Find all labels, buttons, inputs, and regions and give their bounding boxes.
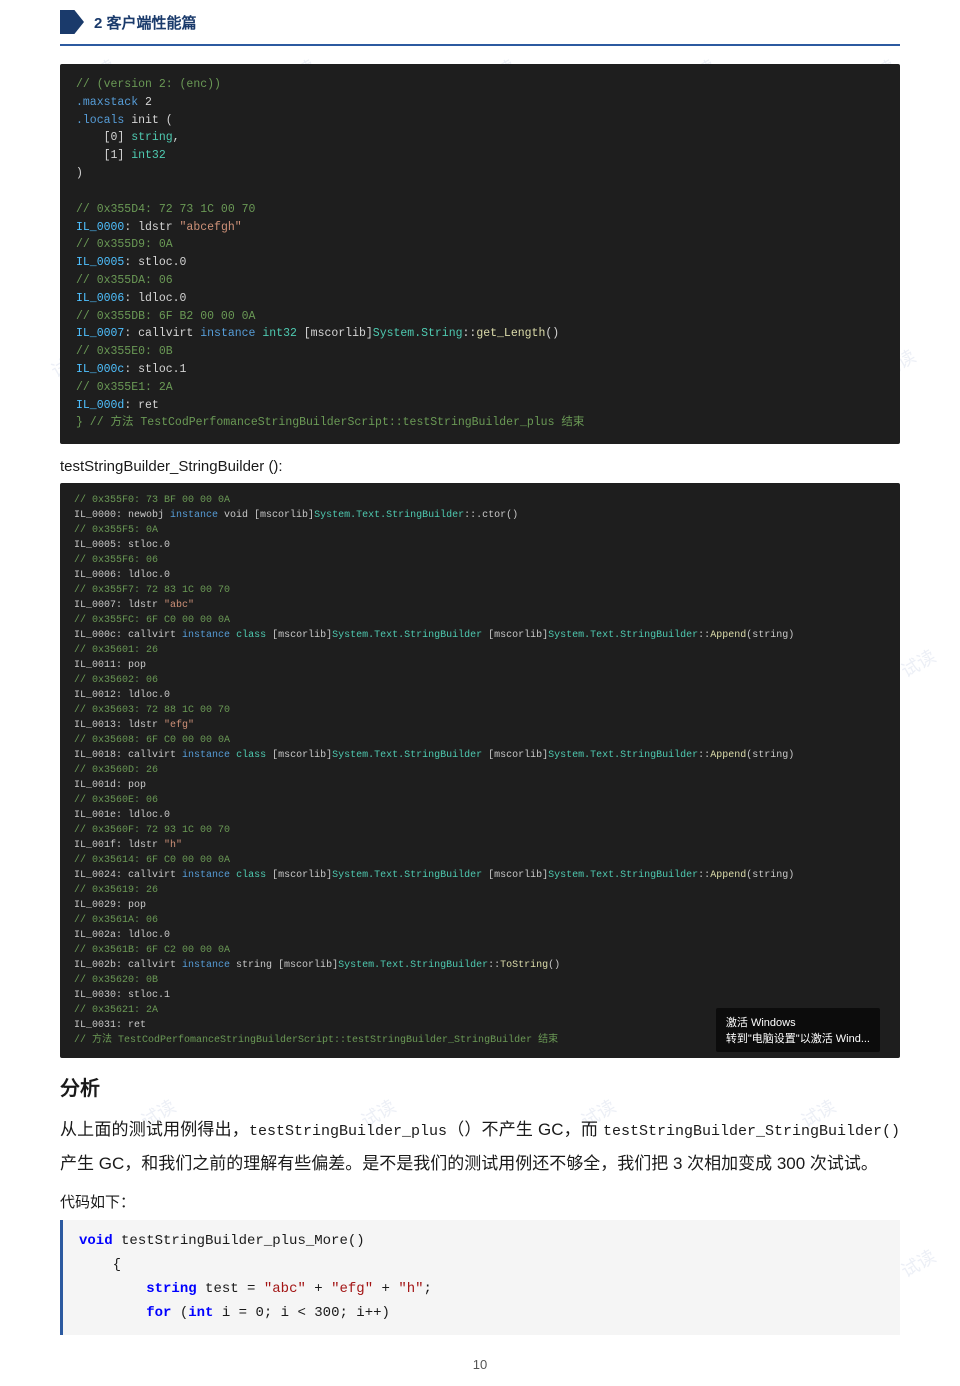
chapter-title: 2 客户端性能篇 — [94, 12, 197, 33]
function-title-2: testStringBuilder_StringBuilder (): — [60, 458, 900, 475]
win-activate-line1: 激活 Windows — [726, 1014, 870, 1030]
win-activate-overlay: 激活 Windows 转到"电脑设置"以激活 Wind... — [716, 1008, 880, 1052]
code-label: 代码如下： — [60, 1191, 900, 1212]
page-number: 10 — [60, 1347, 900, 1386]
code-block-il-plus: // (version 2: (enc)) .maxstack 2 .local… — [60, 64, 900, 444]
chapter-icon — [60, 10, 84, 34]
section-analysis-title: 分析 — [60, 1072, 900, 1101]
inline-code-1: testStringBuilder_plus — [249, 1123, 447, 1140]
chapter-header: 2 客户端性能篇 — [60, 0, 900, 46]
analysis-paragraph: 从上面的测试用例得出，testStringBuilder_plus（）不产生 G… — [60, 1113, 900, 1181]
page-content: 2 客户端性能篇 // (version 2: (enc)) .maxstack… — [0, 0, 960, 1386]
code-block-plus-more: void testStringBuilder_plus_More() { str… — [60, 1220, 900, 1335]
win-activate-line2: 转到"电脑设置"以激活 Wind... — [726, 1030, 870, 1046]
code-block-il-stringbuilder: // 0x355F0: 73 BF 00 00 0A IL_0000: newo… — [60, 483, 900, 1058]
inline-code-2: testStringBuilder_StringBuilder() — [603, 1123, 900, 1140]
